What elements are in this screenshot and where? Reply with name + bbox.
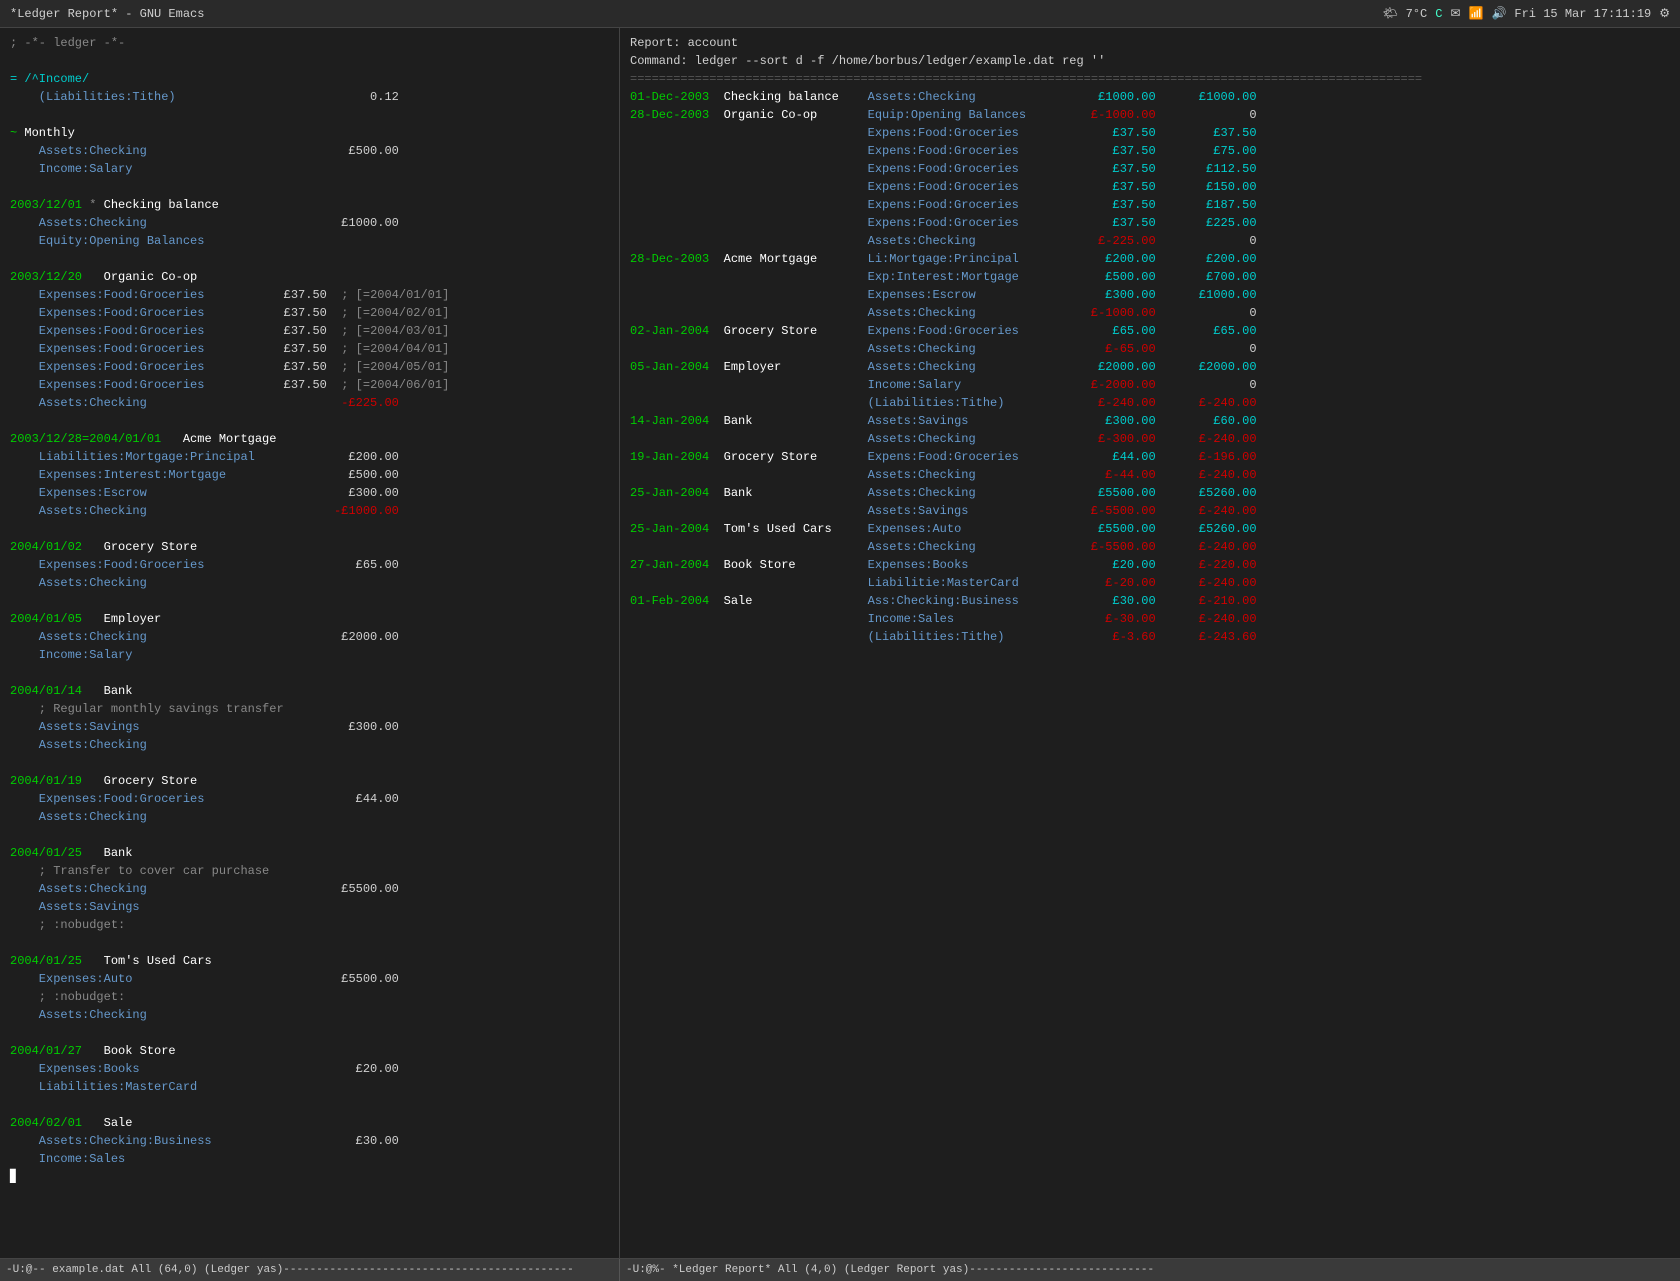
title-bar-right: 🌤 7°C C ✉ 📶 🔊 Fri 15 Mar 17:11:19 ⚙ [1382,6,1670,21]
refresh-icon: C [1435,7,1442,21]
volume-icon: 🔊 [1491,6,1506,21]
status-bar: -U:@-- example.dat All (64,0) (Ledger ya… [0,1258,1680,1280]
datetime: Fri 15 Mar 17:11:19 [1514,7,1651,21]
right-pane[interactable]: Report: account Command: ledger --sort d… [620,28,1680,1258]
status-right: -U:@%- *Ledger Report* All (4,0) (Ledger… [620,1259,1680,1281]
status-left: -U:@-- example.dat All (64,0) (Ledger ya… [0,1259,620,1281]
settings-icon[interactable]: ⚙ [1659,6,1670,21]
temperature: 7°C [1406,7,1428,21]
main-content: ; -*- ledger -*- = /^Income/ (Liabilitie… [0,28,1680,1258]
title-bar: *Ledger Report* - GNU Emacs 🌤 7°C C ✉ 📶 … [0,0,1680,28]
title-bar-title: *Ledger Report* - GNU Emacs [10,7,204,21]
mail-icon: ✉ [1450,6,1460,21]
left-pane[interactable]: ; -*- ledger -*- = /^Income/ (Liabilitie… [0,28,620,1258]
network-icon: 📶 [1469,6,1484,21]
weather-icon: 🌤 [1382,6,1397,21]
